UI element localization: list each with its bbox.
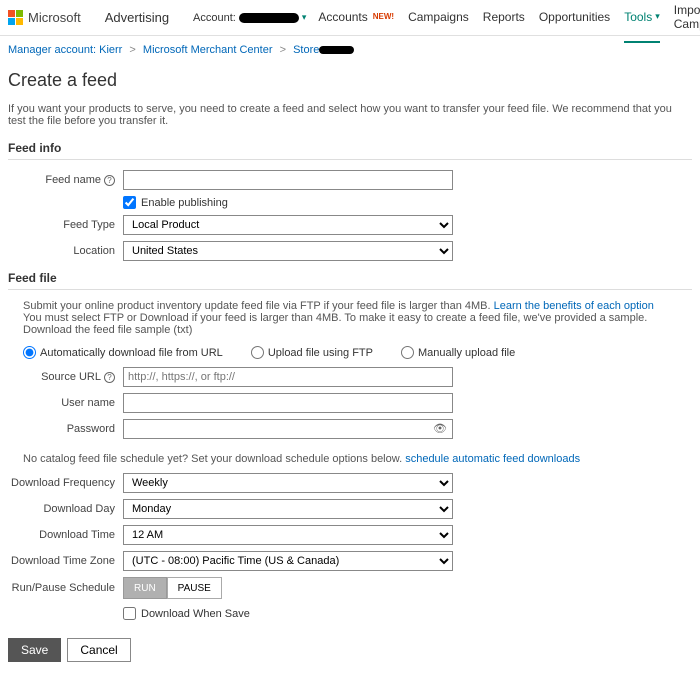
nav-accounts[interactable]: AccountsNEW! — [318, 0, 394, 43]
eye-icon[interactable]: 👁 — [433, 422, 447, 435]
main-content: Create a feed If you want your products … — [0, 70, 700, 678]
chevron-down-icon: ▾ — [302, 12, 307, 23]
download-day-label: Download Day — [8, 503, 123, 515]
download-frequency-select[interactable]: Weekly — [123, 473, 453, 493]
brand-text: Advertising — [105, 10, 169, 25]
feed-type-label: Feed Type — [8, 219, 123, 231]
top-header: Microsoft Advertising Account: ▾ Account… — [0, 0, 700, 36]
source-url-label: Source URL — [41, 371, 101, 383]
page-intro: If you want your products to serve, you … — [8, 103, 692, 127]
footer-actions: Save Cancel — [8, 638, 692, 662]
download-time-label: Download Time — [8, 529, 123, 541]
run-pause-toggle: RUN PAUSE — [123, 577, 453, 599]
feed-type-select[interactable]: Local Product — [123, 215, 453, 235]
help-icon[interactable]: ? — [104, 175, 115, 186]
feed-name-label: Feed name — [45, 174, 101, 186]
download-when-save-label: Download When Save — [141, 608, 250, 620]
upload-method-radios: Automatically download file from URL Upl… — [23, 346, 692, 359]
feed-name-input[interactable] — [123, 170, 453, 190]
download-timezone-label: Download Time Zone — [8, 555, 123, 567]
download-frequency-label: Download Frequency — [8, 477, 123, 489]
nav-tools[interactable]: Tools ▾ — [624, 0, 660, 43]
nav-reports[interactable]: Reports — [483, 0, 525, 43]
section-feed-file: Feed file — [8, 271, 692, 290]
learn-benefits-link[interactable]: Learn the benefits of each option — [494, 300, 654, 312]
redacted-store — [319, 46, 354, 54]
password-label: Password — [8, 423, 123, 435]
radio-auto-download[interactable]: Automatically download file from URL — [23, 346, 223, 359]
save-button[interactable]: Save — [8, 638, 61, 662]
password-input[interactable] — [123, 419, 453, 439]
run-pause-label: Run/Pause Schedule — [8, 582, 123, 594]
radio-ftp[interactable]: Upload file using FTP — [251, 346, 373, 359]
page-title: Create a feed — [8, 70, 692, 91]
schedule-link[interactable]: schedule automatic feed downloads — [405, 453, 580, 465]
nav-opportunities[interactable]: Opportunities — [539, 0, 610, 43]
schedule-note: No catalog feed file schedule yet? Set y… — [8, 453, 692, 465]
download-time-select[interactable]: 12 AM — [123, 525, 453, 545]
download-day-select[interactable]: Monday — [123, 499, 453, 519]
section-feed-info: Feed info — [8, 141, 692, 160]
crumb-store[interactable]: Store — [293, 44, 354, 56]
help-icon[interactable]: ? — [104, 372, 115, 383]
source-url-input[interactable] — [123, 367, 453, 387]
enable-publishing-checkbox[interactable] — [123, 196, 136, 209]
username-label: User name — [8, 397, 123, 409]
chevron-down-icon: ▾ — [655, 11, 660, 22]
account-label: Account: — [193, 12, 236, 24]
enable-publishing-label: Enable publishing — [141, 197, 228, 209]
account-selector[interactable]: Account: ▾ — [193, 12, 306, 24]
ms-logo-icon — [8, 10, 23, 25]
username-input[interactable] — [123, 393, 453, 413]
feed-file-note: Submit your online product inventory upd… — [8, 300, 692, 336]
main-nav: AccountsNEW! Campaigns Reports Opportuni… — [318, 0, 700, 43]
cancel-button[interactable]: Cancel — [67, 638, 130, 662]
crumb-manager[interactable]: Manager account: Kierr — [8, 44, 122, 56]
run-button[interactable]: RUN — [123, 577, 167, 599]
pause-button[interactable]: PAUSE — [167, 577, 222, 599]
location-label: Location — [8, 245, 123, 257]
radio-manual[interactable]: Manually upload file — [401, 346, 515, 359]
location-select[interactable]: United States — [123, 241, 453, 261]
microsoft-logo[interactable]: Microsoft — [8, 10, 81, 25]
crumb-merchant-center[interactable]: Microsoft Merchant Center — [143, 44, 273, 56]
nav-campaigns[interactable]: Campaigns — [408, 0, 469, 43]
download-when-save-checkbox[interactable] — [123, 607, 136, 620]
nav-import-campaigns[interactable]: Import Campaigns ▾ — [674, 0, 700, 43]
new-badge: NEW! — [373, 12, 394, 21]
ms-text: Microsoft — [28, 10, 81, 25]
download-timezone-select[interactable]: (UTC - 08:00) Pacific Time (US & Canada) — [123, 551, 453, 571]
redacted-account — [239, 13, 299, 23]
